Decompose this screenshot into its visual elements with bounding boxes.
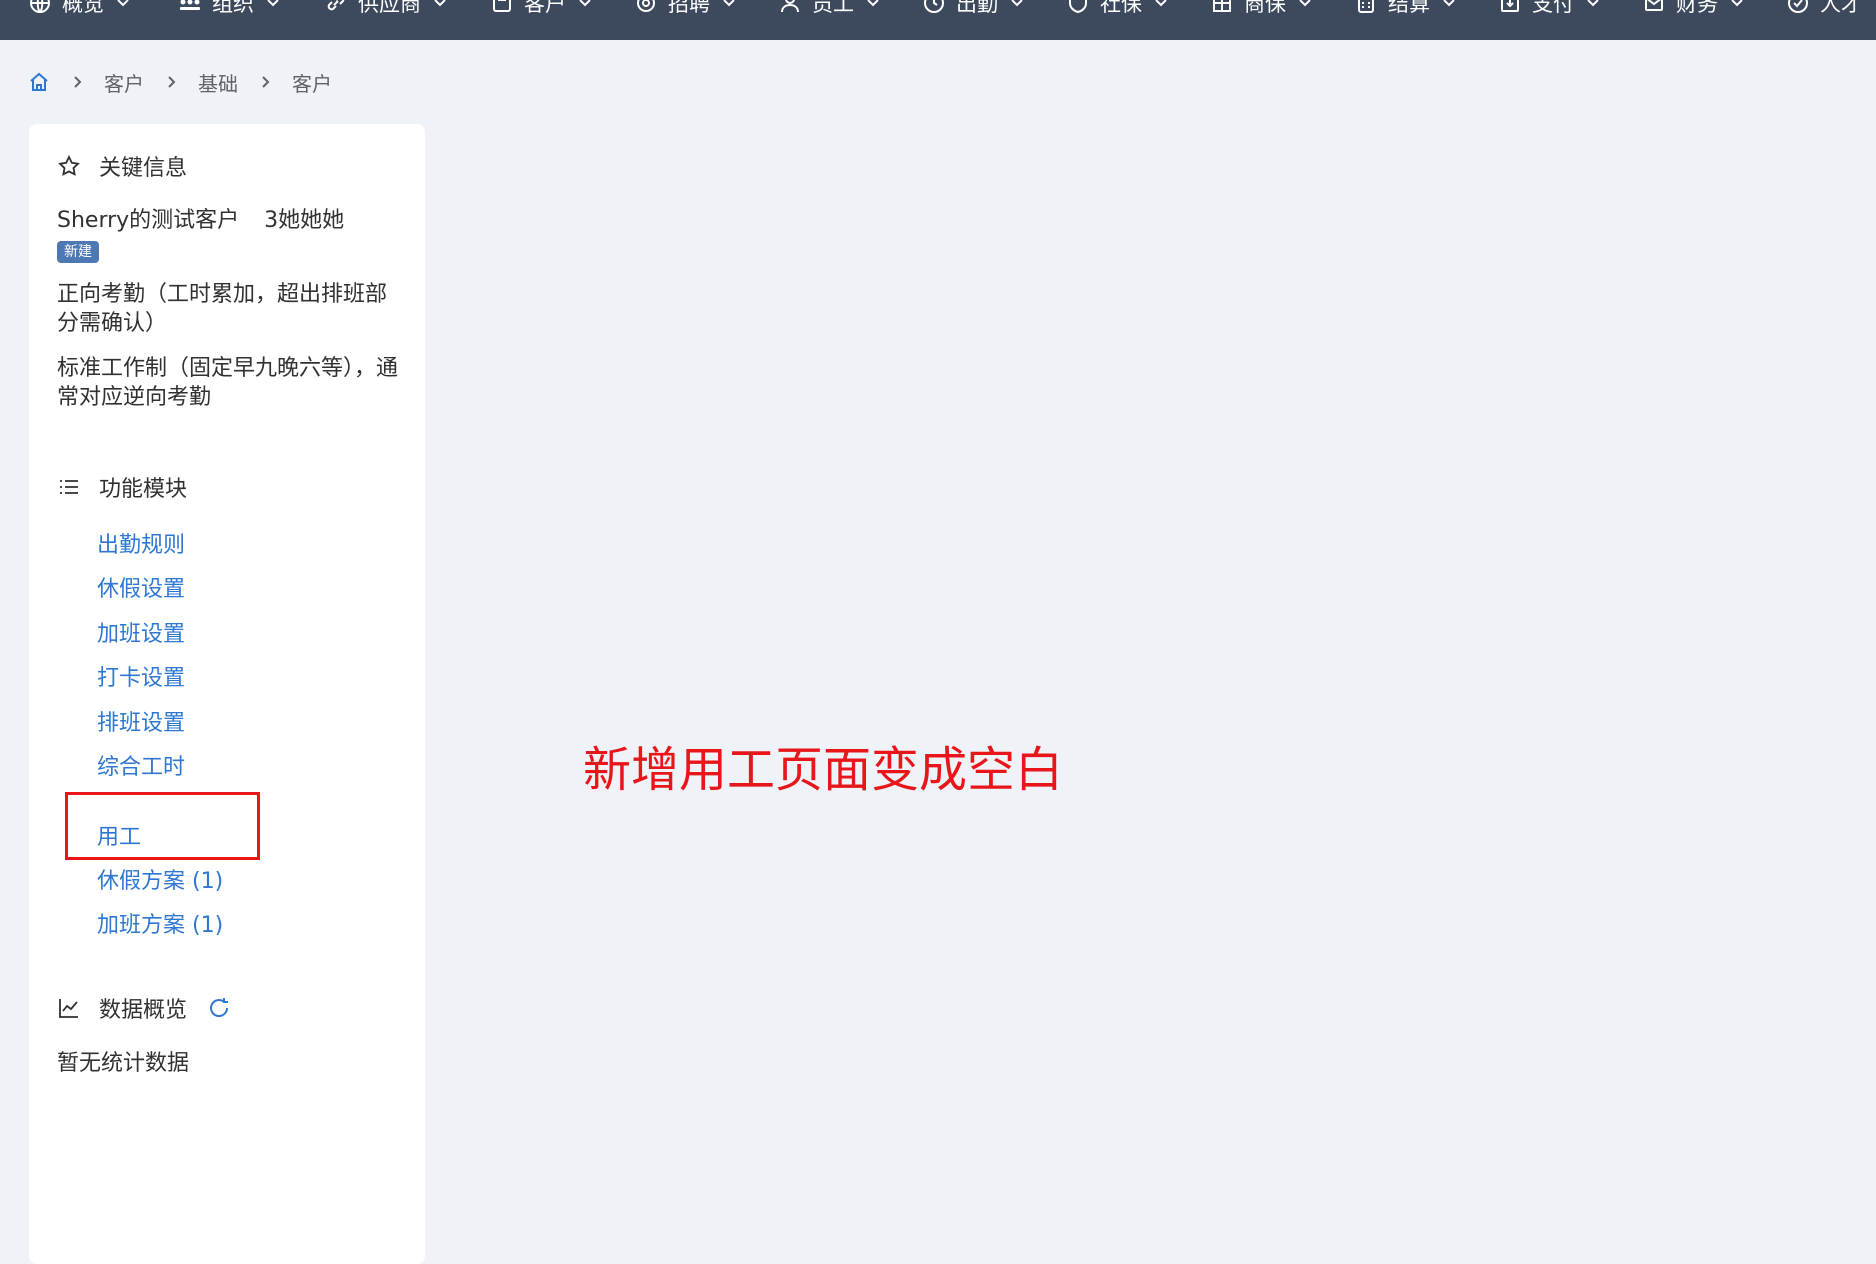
nav-item-supplier[interactable]: 供应商 (324, 0, 447, 20)
status-badge: 新建 (57, 241, 99, 263)
nav-label: 概览 (62, 0, 104, 16)
work-system: 标准工作制（固定早九晚六等），通常对应逆向考勤 (57, 356, 399, 410)
home-icon[interactable] (28, 71, 50, 93)
top-nav-bar: 概览 组织 供应商 客户 招聘 员工 出勤 社保 商保 结算 支付 财务 人才 (0, 0, 1876, 40)
globe-icon (28, 0, 52, 15)
module-link-clock-in-settings[interactable]: 打卡设置 (97, 660, 185, 692)
link-icon (324, 0, 348, 15)
nav-item-attendance[interactable]: 出勤 (922, 0, 1024, 20)
nav-label: 支付 (1532, 0, 1574, 16)
chevron-down-icon (266, 0, 280, 10)
modules-title: 功能模块 (57, 471, 187, 503)
chevron-down-icon (1154, 0, 1168, 10)
nav-label: 社保 (1100, 0, 1142, 16)
nav-label: 人才 (1820, 0, 1862, 16)
attendance-mode: 正向考勤（工时累加，超出排班部分需确认） (57, 282, 388, 336)
star-icon (57, 154, 81, 178)
mail-icon (1642, 0, 1666, 15)
chevron-down-icon (116, 0, 130, 10)
nav-item-settlement[interactable]: 结算 (1354, 0, 1456, 20)
nav-label: 供应商 (358, 0, 421, 16)
nav-item-overview[interactable]: 概览 (28, 0, 130, 20)
nav-item-commercial-insurance[interactable]: 商保 (1210, 0, 1312, 20)
overview-empty-text: 暂无统计数据 (57, 1051, 190, 1076)
module-link-leave-settings[interactable]: 休假设置 (97, 571, 185, 603)
nav-item-organization[interactable]: 组织 (178, 0, 280, 20)
chevron-right-icon (164, 75, 178, 89)
clock-icon (922, 0, 946, 15)
customer-alias: 3她她她 (264, 208, 345, 233)
list-icon (57, 475, 81, 499)
annotation-text: 新增用工页面变成空白 (583, 742, 1064, 798)
nav-item-customer[interactable]: 客户 (490, 0, 592, 20)
customer-name: Sherry的测试客户 (57, 208, 240, 233)
chevron-down-icon (578, 0, 592, 10)
chevron-right-icon (258, 75, 272, 89)
nav-item-finance[interactable]: 财务 (1642, 0, 1744, 20)
key-info-title: 关键信息 (57, 150, 187, 182)
chevron-down-icon (1586, 0, 1600, 10)
check-circle-icon (1786, 0, 1810, 15)
refresh-icon[interactable] (207, 996, 231, 1020)
chevron-right-icon (70, 75, 84, 89)
highlight-box (65, 792, 260, 860)
line-chart-icon (57, 996, 81, 1020)
chevron-down-icon (722, 0, 736, 10)
breadcrumb: 客户 基础 客户 (28, 68, 332, 96)
module-link-leave-plans[interactable]: 休假方案 (1) (97, 863, 223, 895)
nav-label: 客户 (524, 0, 566, 16)
nav-item-talent[interactable]: 人才 (1786, 0, 1862, 20)
grid-icon (1210, 0, 1234, 15)
chevron-down-icon (1298, 0, 1312, 10)
customer-name-line: Sherry的测试客户 3她她她 (57, 206, 402, 235)
nav-label: 出勤 (956, 0, 998, 16)
nav-label: 商保 (1244, 0, 1286, 16)
chevron-down-icon (1442, 0, 1456, 10)
chevron-down-icon (866, 0, 880, 10)
chevron-down-icon (1010, 0, 1024, 10)
export-icon (1498, 0, 1522, 15)
nav-label: 组织 (212, 0, 254, 16)
module-link-comprehensive-hours[interactable]: 综合工时 (97, 749, 185, 781)
nav-item-recruitment[interactable]: 招聘 (634, 0, 736, 20)
chevron-down-icon (1730, 0, 1744, 10)
chevron-down-icon (433, 0, 447, 10)
customer-sidebar: 关键信息 Sherry的测试客户 3她她她 新建 正向考勤（工时累加，超出排班部… (29, 124, 425, 1264)
nav-item-social-insurance[interactable]: 社保 (1066, 0, 1168, 20)
module-link-employment[interactable]: 用工 (97, 819, 141, 851)
breadcrumb-item[interactable]: 客户 (104, 68, 144, 97)
shield-icon (1066, 0, 1090, 15)
breadcrumb-item[interactable]: 基础 (198, 68, 238, 97)
org-icon (178, 0, 202, 15)
overview-title: 数据概览 (57, 992, 231, 1024)
calculator-icon (1354, 0, 1378, 15)
nav-label: 员工 (812, 0, 854, 16)
folder-icon (490, 0, 514, 15)
nav-item-employee[interactable]: 员工 (778, 0, 880, 20)
module-link-attendance-rules[interactable]: 出勤规则 (97, 527, 185, 559)
breadcrumb-current: 客户 (292, 71, 332, 96)
nav-label: 招聘 (668, 0, 710, 16)
module-link-overtime-plans[interactable]: 加班方案 (1) (97, 907, 223, 939)
module-link-shift-settings[interactable]: 排班设置 (97, 705, 185, 737)
nav-label: 财务 (1676, 0, 1718, 16)
module-link-overtime-settings[interactable]: 加班设置 (97, 616, 185, 648)
nav-item-payment[interactable]: 支付 (1498, 0, 1600, 20)
settings-icon (634, 0, 658, 15)
user-icon (778, 0, 802, 15)
nav-label: 结算 (1388, 0, 1430, 16)
